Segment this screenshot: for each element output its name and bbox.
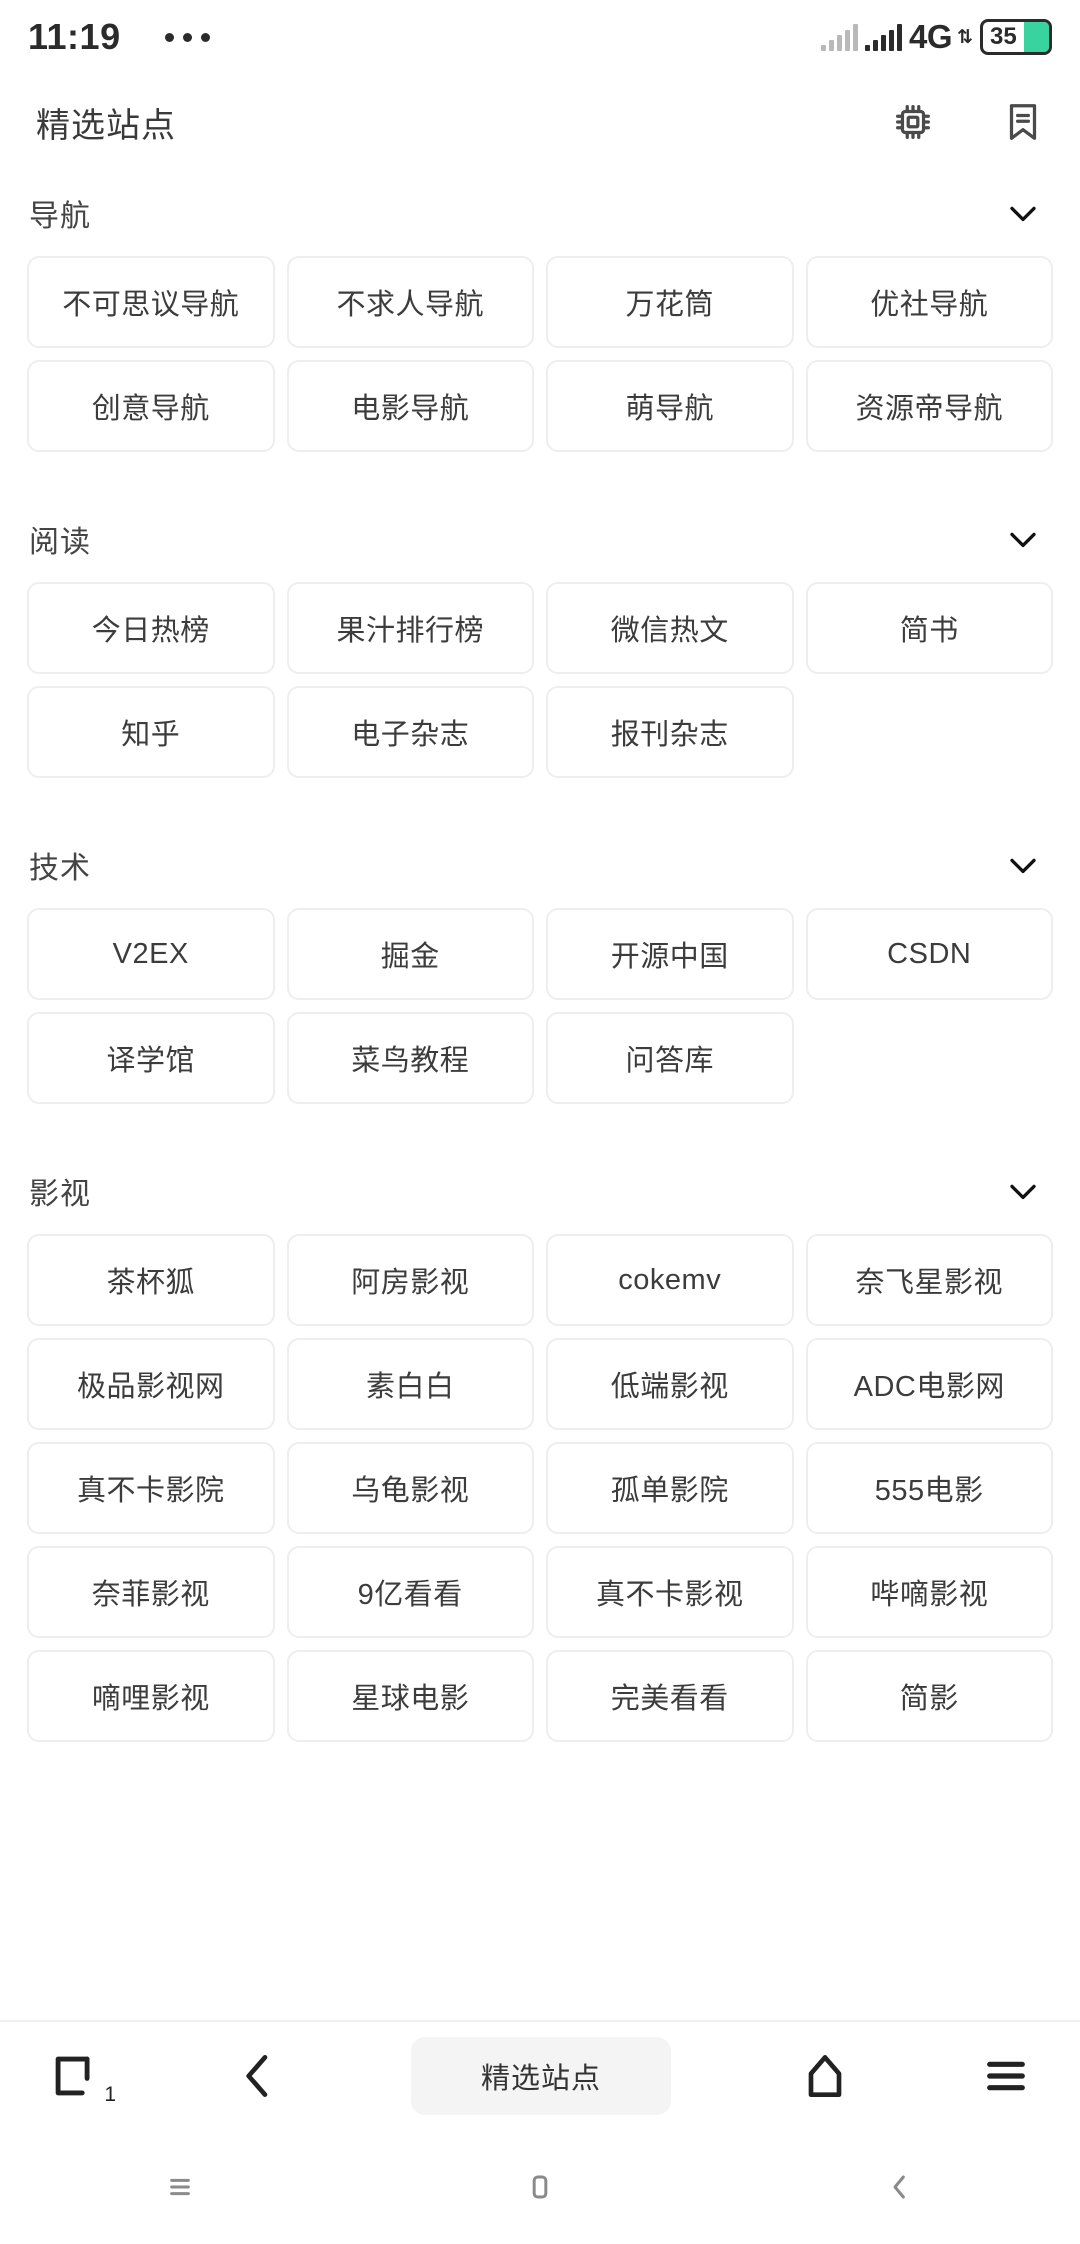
site-card[interactable]: 奈菲影视 (27, 1546, 275, 1638)
site-card[interactable]: 极品影视网 (27, 1338, 275, 1430)
site-card[interactable]: 9亿看看 (286, 1546, 534, 1638)
app-header: 精选站点 (0, 74, 1080, 170)
back-button[interactable] (230, 2048, 286, 2104)
site-card[interactable]: 掘金 (286, 908, 534, 1000)
category-section: 技术 V2EX 掘金 开源中国 CSDN 译学馆 菜鸟教程 问答库 (0, 822, 1080, 1104)
battery-fill (1023, 22, 1049, 52)
category-header[interactable]: 导航 (27, 170, 1053, 256)
site-card[interactable]: 果汁排行榜 (286, 582, 534, 674)
site-card[interactable]: 知乎 (27, 686, 275, 778)
category-section: 影视茶杯狐 阿房影视 cokemv 奈飞星影视极品影视网 素白白 低端影视 ADC电影网真不… (0, 1148, 1080, 1742)
status-bar: 11:19 4G ⇅ 35 (0, 0, 1080, 74)
site-card[interactable]: 孤单影院 (546, 1442, 794, 1534)
menu-button[interactable] (978, 2048, 1034, 2104)
category-title: 导航 (29, 200, 91, 233)
site-card[interactable]: 资源帝导航 (805, 360, 1053, 452)
site-card[interactable]: cokemv (546, 1234, 794, 1326)
category-section: 导航不可思议导航 不求人导航 万花筒 优社导航创意导航 电影导航 萌导航 资源帝导航 (0, 170, 1080, 452)
tab-count-label: 1 (104, 2083, 116, 2106)
network-type-label: 4G (909, 18, 953, 55)
site-card[interactable]: 奈飞星影视 (805, 1234, 1053, 1326)
site-card[interactable]: 报刊杂志 (546, 686, 794, 778)
site-card[interactable]: 不求人导航 (286, 256, 534, 348)
site-grid: V2EX 掘金 开源中国 CSDN 译学馆 菜鸟教程 问答库 (27, 908, 1053, 1104)
site-card[interactable]: 茶杯狐 (27, 1234, 275, 1326)
site-grid: 今日热榜 果汁排行榜 微信热文 简书知乎 电子杂志 报刊杂志 (27, 582, 1053, 778)
site-card[interactable]: V2EX (27, 908, 275, 1000)
site-card[interactable]: 星球电影 (286, 1650, 534, 1742)
site-card[interactable]: 素白白 (286, 1338, 534, 1430)
signal-bars-primary-icon (865, 23, 903, 51)
site-card[interactable]: CSDN (805, 908, 1053, 1000)
site-card[interactable]: 万花筒 (546, 256, 794, 348)
site-card[interactable]: 译学馆 (27, 1012, 275, 1104)
site-card[interactable]: 真不卡影视 (546, 1546, 794, 1638)
site-card[interactable]: 简影 (805, 1650, 1053, 1742)
signal-bars-secondary-icon (821, 23, 859, 51)
category-header[interactable]: 影视 (27, 1148, 1053, 1234)
site-card[interactable]: 问答库 (546, 1012, 794, 1104)
site-card[interactable]: 嘀哩影视 (27, 1650, 275, 1742)
site-card[interactable]: 低端影视 (546, 1338, 794, 1430)
site-card[interactable]: 阿房影视 (286, 1234, 534, 1326)
site-card[interactable]: 菜鸟教程 (286, 1012, 534, 1104)
category-header[interactable]: 技术 (27, 822, 1053, 908)
category-title: 阅读 (29, 526, 91, 559)
chevron-down-icon[interactable] (1001, 843, 1045, 887)
category-title: 技术 (29, 852, 91, 885)
category-header[interactable]: 阅读 (27, 496, 1053, 582)
site-card[interactable]: 哔嘀影视 (805, 1546, 1053, 1638)
battery-level-label: 35 (990, 23, 1017, 50)
site-card[interactable]: 优社导航 (805, 256, 1053, 348)
site-sections-scroll-area[interactable]: 导航不可思议导航 不求人导航 万花筒 优社导航创意导航 电影导航 萌导航 资源帝导航阅读今日… (0, 170, 1080, 2130)
recents-button[interactable] (0, 2167, 360, 2207)
bookmark-icon[interactable] (1000, 99, 1046, 145)
site-card[interactable]: 今日热榜 (27, 582, 275, 674)
site-grid: 茶杯狐 阿房影视 cokemv 奈飞星影视极品影视网 素白白 低端影视 ADC电影网真不卡影… (27, 1234, 1053, 1742)
home-nav-button[interactable] (360, 2167, 720, 2207)
site-card[interactable]: ADC电影网 (805, 1338, 1053, 1430)
home-button[interactable] (797, 2048, 853, 2104)
site-card[interactable]: 微信热文 (546, 582, 794, 674)
chevron-down-icon[interactable] (1001, 517, 1045, 561)
data-transfer-icon: ⇅ (957, 26, 973, 48)
page-title-pill[interactable]: 精选站点 (411, 2037, 672, 2115)
browser-toolbar: 1 精选站点 (0, 2020, 1080, 2130)
site-card[interactable]: 真不卡影院 (27, 1442, 275, 1534)
site-card[interactable]: 不可思议导航 (27, 256, 275, 348)
site-card[interactable]: 创意导航 (27, 360, 275, 452)
site-card[interactable]: 乌龟影视 (286, 1442, 534, 1534)
category-section: 阅读今日热榜 果汁排行榜 微信热文 简书知乎 电子杂志 报刊杂志 (0, 496, 1080, 778)
tab-switcher-button[interactable]: 1 (46, 2047, 116, 2106)
chip-icon[interactable] (890, 99, 936, 145)
site-card[interactable]: 电子杂志 (286, 686, 534, 778)
chevron-down-icon[interactable] (1001, 1169, 1045, 1213)
notification-dots-icon (164, 32, 210, 42)
chevron-down-icon[interactable] (1001, 191, 1045, 235)
site-card[interactable]: 电影导航 (286, 360, 534, 452)
back-nav-button[interactable] (720, 2167, 1080, 2207)
page-title: 精选站点 (36, 106, 176, 145)
site-card[interactable]: 简书 (805, 582, 1053, 674)
category-title: 影视 (29, 1178, 91, 1211)
status-bar-clock: 11:19 (28, 16, 121, 57)
site-card[interactable]: 555电影 (805, 1442, 1053, 1534)
battery-icon: 35 (980, 19, 1052, 55)
site-card[interactable]: 开源中国 (546, 908, 794, 1000)
android-navigation-bar (0, 2130, 1080, 2244)
site-card[interactable]: 萌导航 (546, 360, 794, 452)
site-grid: 不可思议导航 不求人导航 万花筒 优社导航创意导航 电影导航 萌导航 资源帝导航 (27, 256, 1053, 452)
site-card[interactable]: 完美看看 (546, 1650, 794, 1742)
